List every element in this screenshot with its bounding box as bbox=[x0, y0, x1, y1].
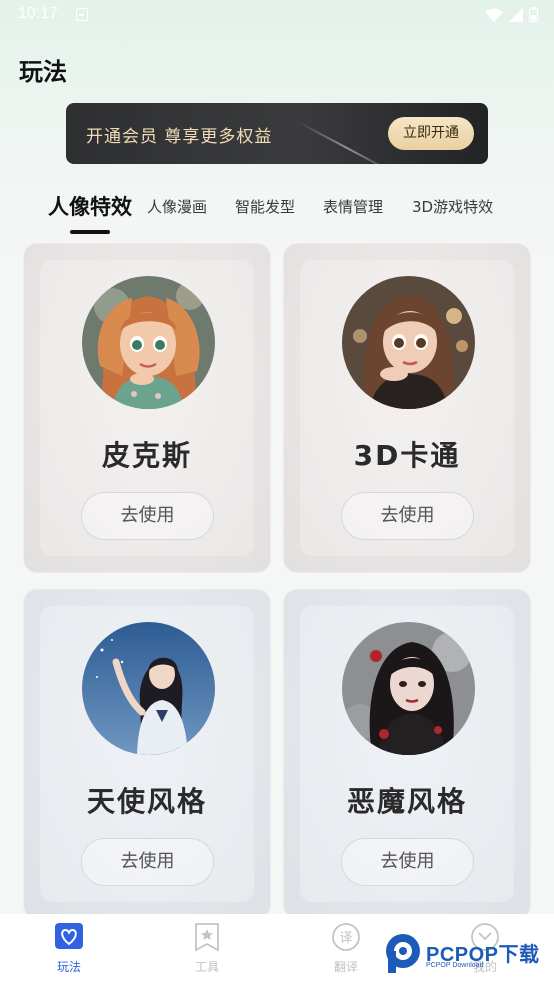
angel-avatar-image bbox=[82, 622, 215, 755]
wifi-icon bbox=[485, 8, 503, 22]
category-tabs: 人像特效 人像漫画 智能发型 表情管理 3D游戏特效 bbox=[0, 188, 554, 238]
battery-icon bbox=[529, 7, 538, 22]
signal-icon bbox=[509, 7, 523, 22]
use-button[interactable]: 去使用 bbox=[341, 838, 474, 886]
status-icons bbox=[485, 7, 538, 22]
nav-item-play[interactable]: 玩法 bbox=[29, 922, 109, 975]
card-title: 3D卡通 bbox=[353, 439, 461, 472]
effect-card-3d-cartoon[interactable]: 3D卡通 去使用 bbox=[283, 243, 531, 573]
tab-portrait-comic[interactable]: 人像漫画 bbox=[147, 196, 207, 217]
effect-card-angel[interactable]: 天使风格 去使用 bbox=[23, 589, 271, 919]
status-time: 10:17 bbox=[18, 5, 59, 22]
nav-label: 翻译 bbox=[333, 960, 358, 974]
star-bookmark-icon bbox=[195, 923, 219, 952]
open-vip-button[interactable]: 立即开通 bbox=[388, 117, 474, 150]
page-title: 玩法 bbox=[19, 58, 67, 86]
3d-cartoon-avatar-image bbox=[342, 276, 475, 409]
watermark-sub: PCPOP Download bbox=[426, 962, 484, 969]
nav-label: 工具 bbox=[194, 960, 219, 974]
svg-text:译: 译 bbox=[339, 931, 352, 946]
use-button[interactable]: 去使用 bbox=[81, 492, 214, 540]
status-bar: 10:17 bbox=[0, 0, 554, 32]
vip-banner-text: 开通会员 尊享更多权益 bbox=[86, 127, 273, 147]
tab-3d-game-effects[interactable]: 3D游戏特效 bbox=[412, 196, 493, 217]
use-button[interactable]: 去使用 bbox=[81, 838, 214, 886]
pixar-avatar-image bbox=[82, 276, 215, 409]
effect-card-pixar[interactable]: 皮克斯 去使用 bbox=[23, 243, 271, 573]
translate-icon: 译 bbox=[332, 923, 360, 951]
card-title: 皮克斯 bbox=[101, 439, 192, 472]
devil-avatar-image bbox=[342, 622, 475, 755]
card-title: 天使风格 bbox=[86, 785, 207, 818]
use-button[interactable]: 去使用 bbox=[341, 492, 474, 540]
notification-icon bbox=[76, 8, 88, 21]
tab-portrait-effects[interactable]: 人像特效 bbox=[48, 191, 132, 221]
nav-label: 玩法 bbox=[56, 960, 81, 974]
card-title: 恶魔风格 bbox=[346, 785, 467, 818]
heart-icon bbox=[55, 923, 83, 949]
vip-banner[interactable]: 开通会员 尊享更多权益 立即开通 bbox=[66, 103, 488, 164]
nav-item-translate[interactable]: 译 翻译 bbox=[306, 922, 386, 975]
nav-item-tools[interactable]: 工具 bbox=[167, 922, 247, 975]
pcpop-watermark: PCPOP下载 PCPOP Download bbox=[384, 930, 554, 980]
pcpop-logo-icon bbox=[386, 934, 420, 973]
effect-card-devil[interactable]: 恶魔风格 去使用 bbox=[283, 589, 531, 919]
tab-expression[interactable]: 表情管理 bbox=[323, 196, 383, 217]
tab-smart-hairstyle[interactable]: 智能发型 bbox=[235, 196, 295, 217]
active-tab-indicator bbox=[70, 230, 110, 234]
